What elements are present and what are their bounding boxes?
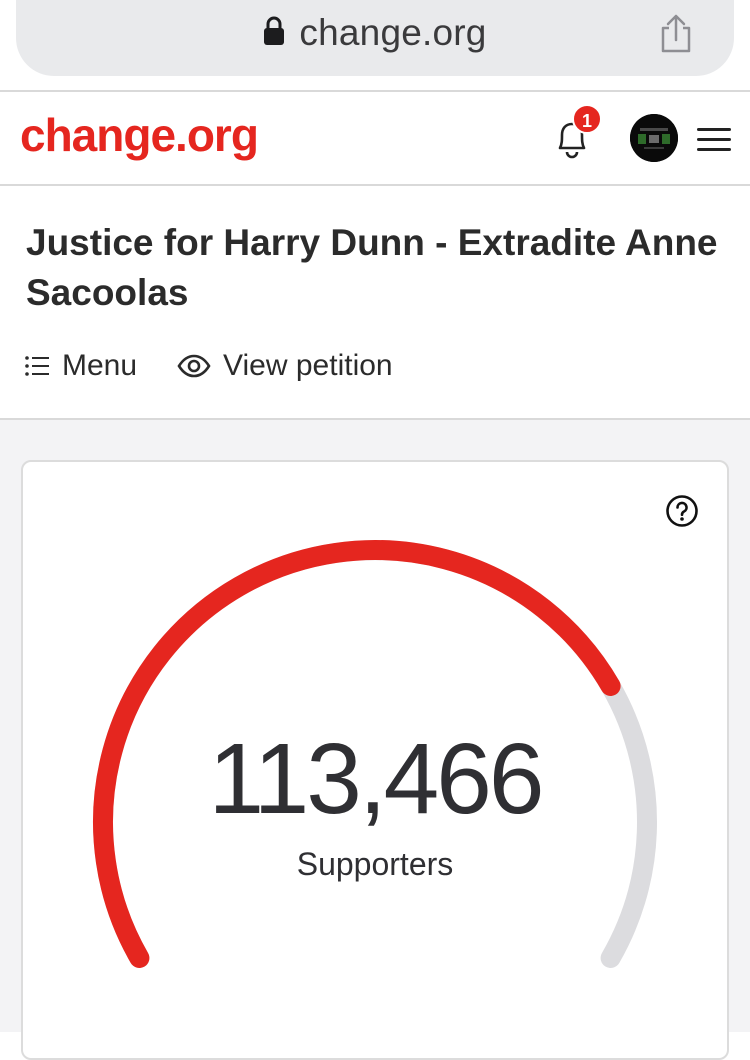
lock-icon	[264, 16, 285, 46]
avatar[interactable]	[630, 114, 678, 162]
url-display[interactable]: change.org	[16, 12, 734, 54]
avatar-image	[630, 114, 678, 162]
menu-link[interactable]: Menu	[24, 349, 137, 383]
share-icon[interactable]	[658, 14, 694, 54]
site-header: change.org 1	[0, 92, 750, 184]
url-text: change.org	[299, 12, 487, 53]
eye-icon	[177, 354, 211, 378]
petition-title: Justice for Harry Dunn - Extradite Anne …	[26, 222, 718, 313]
petition-nav: Menu View petition	[24, 346, 433, 386]
address-bar[interactable]: change.org	[16, 0, 734, 76]
view-petition-link[interactable]: View petition	[177, 349, 393, 383]
supporters-label: Supporters	[296, 846, 454, 882]
list-icon	[25, 356, 49, 376]
divider	[0, 184, 750, 186]
logo[interactable]: change.org	[20, 108, 259, 162]
view-petition-label: View petition	[223, 349, 393, 382]
menu-label: Menu	[62, 349, 138, 382]
hamburger-menu-icon[interactable]	[697, 128, 731, 152]
notification-badge[interactable]: 1	[572, 104, 602, 134]
help-icon[interactable]	[665, 494, 699, 528]
browser-bar: change.org	[0, 0, 750, 90]
supporters-count: 113,466	[208, 723, 544, 835]
